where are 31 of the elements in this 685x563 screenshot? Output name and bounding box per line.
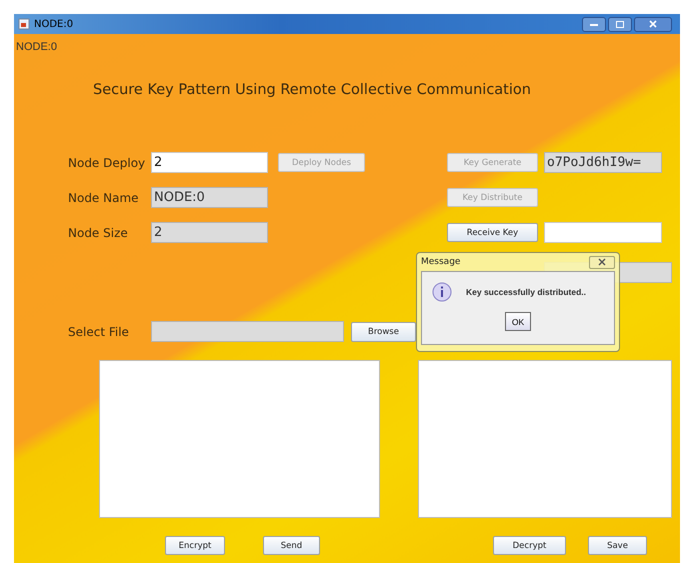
text-field[interactable]: 2 xyxy=(151,152,268,173)
action-button[interactable]: Encrypt xyxy=(165,536,225,555)
minimize-button[interactable] xyxy=(582,16,606,32)
key-button[interactable]: Receive Key xyxy=(447,223,538,242)
text-field[interactable]: 2 xyxy=(151,222,268,243)
text-field[interactable]: o7PoJd6hI9w= xyxy=(544,152,662,173)
field-label: Select File xyxy=(68,324,130,338)
action-button[interactable]: Decrypt xyxy=(493,536,566,555)
close-button[interactable] xyxy=(589,256,615,268)
close-button[interactable] xyxy=(634,16,672,32)
maximize-icon xyxy=(616,20,624,28)
text-field[interactable] xyxy=(544,222,662,243)
dialog-message: Key successfully distributed.. xyxy=(466,287,586,297)
minimize-icon xyxy=(590,22,598,26)
browse-button[interactable]: Browse xyxy=(351,322,416,342)
maximize-button[interactable] xyxy=(608,16,632,32)
ok-button[interactable]: OK xyxy=(505,312,531,331)
close-icon xyxy=(649,20,657,28)
text-field[interactable]: NODE:0 xyxy=(151,187,268,208)
dialog-title: Message xyxy=(421,257,460,267)
action-button[interactable]: Save xyxy=(588,536,647,555)
heading: Secure Key Pattern Using Remote Collective Communication xyxy=(93,82,532,98)
file-path-field[interactable] xyxy=(151,321,344,342)
field-label: Node Name xyxy=(68,190,140,204)
window-title: NODE:0 xyxy=(34,18,74,30)
node-label: NODE:0 xyxy=(15,40,58,53)
field-label: Node Size xyxy=(68,226,129,240)
field-label: Node Deploy xyxy=(68,156,146,170)
action-button[interactable]: Send xyxy=(263,536,320,555)
info-icon xyxy=(432,282,452,302)
close-icon xyxy=(598,258,606,266)
